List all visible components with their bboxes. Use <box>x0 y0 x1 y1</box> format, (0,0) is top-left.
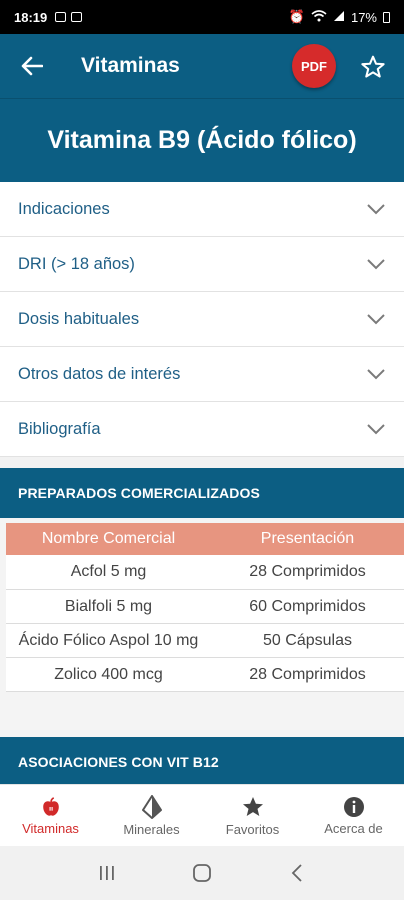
nav-item-vitaminas[interactable]: Vitaminas <box>0 785 101 846</box>
system-back-button[interactable] <box>277 858 317 888</box>
wifi-icon <box>311 9 327 25</box>
pdf-label: PDF <box>301 58 327 74</box>
chevron-down-icon <box>367 204 385 215</box>
gallery-notification-icon <box>55 12 67 22</box>
chevron-left-icon <box>291 864 302 882</box>
table-header-row: Nombre Comercial Presentación <box>6 523 404 555</box>
table-cell: 28 Comprimidos <box>211 657 404 692</box>
favorite-button[interactable] <box>356 50 390 84</box>
table-cell: 60 Comprimidos <box>211 589 404 624</box>
page-title: Vitamina B9 (Ácido fólico) <box>47 126 357 154</box>
table-row: Acfol 5 mg 28 Comprimidos <box>6 555 404 590</box>
app-bar-title: Vitaminas <box>81 54 180 77</box>
column-header: Presentación <box>211 523 404 555</box>
signal-icon <box>333 10 345 25</box>
table-cell: Acfol 5 mg <box>6 555 211 590</box>
accordion-item-otros-datos[interactable]: Otros datos de interés <box>0 347 404 402</box>
section-title: ASOCIACIONES CON VIT B12 <box>18 754 219 770</box>
pdf-button[interactable]: PDF <box>292 44 336 88</box>
accordion-label: Bibliografía <box>18 419 101 438</box>
chevron-down-icon <box>367 314 385 325</box>
accordion-label: Dosis habituales <box>18 309 140 328</box>
info-icon <box>343 796 364 817</box>
screen-notification-icon <box>71 12 83 22</box>
alarm-icon: ⏰ <box>288 9 305 24</box>
table-cell: 50 Cápsulas <box>211 623 404 658</box>
back-button[interactable] <box>0 34 64 98</box>
star-icon <box>242 796 263 816</box>
home-icon <box>193 864 211 882</box>
title-band: Vitamina B9 (Ácido fólico) <box>0 98 404 182</box>
star-outline-icon <box>361 55 385 78</box>
nav-item-favoritos[interactable]: Favoritos <box>202 785 303 846</box>
nav-label: Minerales <box>123 821 180 837</box>
chevron-down-icon <box>367 259 385 270</box>
column-header: Nombre Comercial <box>6 523 211 555</box>
accordion: Indicaciones DRI (> 18 años) Dosis habit… <box>0 182 404 457</box>
accordion-item-indicaciones[interactable]: Indicaciones <box>0 182 404 237</box>
preparados-table: Nombre Comercial Presentación Acfol 5 mg… <box>6 523 404 692</box>
accordion-label: Indicaciones <box>18 199 110 218</box>
table-row: Zolico 400 mcg 28 Comprimidos <box>6 657 404 692</box>
nav-item-minerales[interactable]: Minerales <box>101 785 202 846</box>
table-row: Ácido Fólico Aspol 10 mg 50 Cápsulas <box>6 623 404 658</box>
system-nav-bar <box>0 846 404 900</box>
table-cell: 28 Comprimidos <box>211 555 404 590</box>
accordion-item-bibliografia[interactable]: Bibliografía <box>0 402 404 457</box>
app-bar: Vitaminas PDF <box>0 34 404 98</box>
home-button[interactable] <box>182 858 222 888</box>
section-title: PREPARADOS COMERCIALIZADOS <box>18 485 260 501</box>
preparados-table-container: Nombre Comercial Presentación Acfol 5 mg… <box>0 518 404 737</box>
recent-apps-button[interactable] <box>87 858 127 888</box>
status-bar: 18:19 ⏰ 17% <box>0 0 404 34</box>
table-cell: Zolico 400 mcg <box>6 657 211 692</box>
table-cell: Ácido Fólico Aspol 10 mg <box>6 623 211 658</box>
accordion-item-dosis[interactable]: Dosis habituales <box>0 292 404 347</box>
nav-item-acerca-de[interactable]: Acerca de <box>303 785 404 846</box>
chevron-down-icon <box>367 424 385 435</box>
crystal-icon <box>141 794 162 819</box>
divider <box>0 457 404 468</box>
accordion-label: Otros datos de interés <box>18 364 181 383</box>
back-arrow-icon <box>21 56 43 76</box>
accordion-label: DRI (> 18 años) <box>18 254 135 273</box>
nav-label: Favoritos <box>225 821 280 837</box>
recent-apps-icon <box>100 866 115 880</box>
battery-percent: 17% <box>350 9 377 25</box>
nav-label: Vitaminas <box>22 820 79 836</box>
section-header-asociaciones: ASOCIACIONES CON VIT B12 <box>0 737 404 787</box>
accordion-item-dri[interactable]: DRI (> 18 años) <box>0 237 404 292</box>
apple-icon <box>42 796 59 816</box>
bottom-nav: Vitaminas Minerales Favoritos Acerca de <box>0 784 404 846</box>
battery-icon <box>383 11 390 23</box>
nav-label: Acerca de <box>324 820 383 836</box>
status-time: 18:19 <box>14 9 48 25</box>
table-row: Bialfoli 5 mg 60 Comprimidos <box>6 589 404 624</box>
chevron-down-icon <box>367 369 385 380</box>
section-header-preparados: PREPARADOS COMERCIALIZADOS <box>0 468 404 518</box>
table-cell: Bialfoli 5 mg <box>6 589 211 624</box>
